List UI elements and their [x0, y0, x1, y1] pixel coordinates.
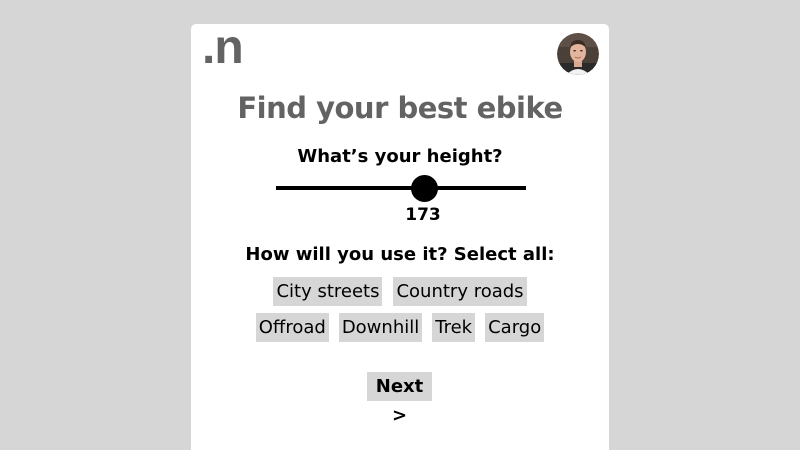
page-title: Find your best ebike [237, 91, 563, 125]
slider-track[interactable] [276, 186, 526, 190]
option-trek[interactable]: Trek [432, 313, 476, 342]
option-downhill[interactable]: Downhill [338, 313, 423, 342]
user-avatar-photo-icon [557, 33, 599, 75]
user-avatar[interactable] [557, 33, 599, 75]
option-city-streets[interactable]: City streets [273, 277, 383, 306]
brand-logo[interactable]: .n [202, 24, 244, 72]
next-button[interactable]: Next > [367, 372, 432, 426]
option-offroad[interactable]: Offroad [255, 313, 329, 342]
option-country-roads[interactable]: Country roads [393, 277, 527, 306]
height-question: What’s your height? [297, 146, 503, 167]
usage-options-row-2: Offroad Downhill Trek Cargo [191, 313, 609, 342]
option-cargo[interactable]: Cargo [485, 313, 545, 342]
height-value: 173 [405, 205, 441, 225]
height-slider[interactable] [276, 172, 526, 206]
usage-question: How will you use it? Select all: [245, 244, 555, 265]
usage-options-row-1: City streets Country roads [191, 277, 609, 306]
slider-thumb[interactable] [410, 175, 438, 202]
